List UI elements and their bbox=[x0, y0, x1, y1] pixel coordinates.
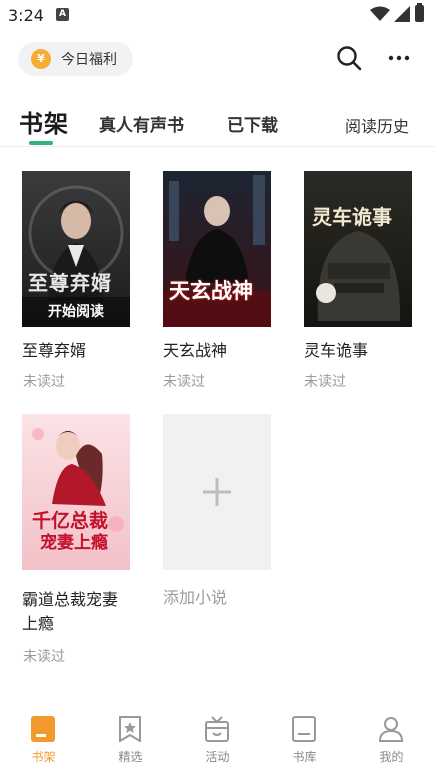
more-icon[interactable] bbox=[386, 46, 412, 70]
daily-welfare-button[interactable]: ¥ 今日福利 bbox=[18, 42, 133, 76]
tab-reading-history[interactable]: 阅读历史 bbox=[345, 113, 409, 137]
header-divider bbox=[0, 146, 435, 147]
nav-label: 书库 bbox=[292, 750, 317, 764]
book-cover[interactable]: 灵车诡事 bbox=[304, 171, 412, 327]
book-title[interactable]: 上瘾 bbox=[22, 610, 54, 638]
tab-downloaded[interactable]: 已下载 bbox=[227, 111, 278, 136]
status-bar: 3:24 A bbox=[0, 0, 435, 30]
nav-label: 活动 bbox=[205, 750, 230, 764]
add-novel-label[interactable]: 添加小说 bbox=[163, 584, 227, 608]
nav-label: 书架 bbox=[31, 750, 56, 764]
book-title[interactable]: 灵车诡事 bbox=[304, 337, 368, 365]
book-status: 未读过 bbox=[23, 649, 65, 665]
battery-icon bbox=[415, 3, 424, 22]
cover-illustration bbox=[316, 231, 401, 321]
cover-title: 天玄战神 bbox=[169, 279, 253, 303]
nav-featured[interactable]: 精选 bbox=[87, 710, 174, 775]
add-novel-button[interactable] bbox=[163, 414, 271, 570]
nav-label: 精选 bbox=[118, 750, 143, 764]
book-cover[interactable]: 千亿总裁 宠妻上瘾 bbox=[22, 414, 130, 570]
book-title[interactable]: 天玄战神 bbox=[163, 337, 227, 365]
daily-welfare-label: 今日福利 bbox=[61, 52, 117, 68]
nav-label: 我的 bbox=[379, 750, 404, 764]
book-status: 未读过 bbox=[163, 374, 205, 390]
activity-icon bbox=[205, 716, 229, 742]
book-title[interactable]: 至尊弃婿 bbox=[22, 337, 86, 365]
nav-bookshelf[interactable]: 书架 bbox=[0, 710, 87, 775]
cover-title: 宠妻上瘾 bbox=[40, 533, 108, 553]
book-cover[interactable]: 至尊弃婿 开始阅读 bbox=[22, 171, 130, 327]
cover-title: 灵车诡事 bbox=[312, 205, 392, 229]
bookshelf-icon bbox=[31, 716, 55, 742]
wifi-icon bbox=[370, 6, 390, 21]
featured-icon bbox=[119, 716, 141, 742]
library-icon bbox=[292, 716, 316, 742]
nav-activity[interactable]: 活动 bbox=[174, 710, 261, 775]
tab-audiobooks[interactable]: 真人有声书 bbox=[99, 111, 184, 136]
book-status: 未读过 bbox=[23, 374, 65, 390]
signal-icon bbox=[394, 6, 410, 22]
notification-icon: A bbox=[56, 8, 69, 21]
search-icon[interactable] bbox=[336, 45, 362, 71]
coin-icon: ¥ bbox=[31, 49, 51, 69]
start-reading-button[interactable]: 开始阅读 bbox=[22, 297, 130, 327]
cover-title: 至尊弃婿 bbox=[28, 271, 112, 295]
tab-indicator bbox=[29, 141, 53, 145]
book-cover[interactable]: 天玄战神 bbox=[163, 171, 271, 327]
bottom-nav: 书架 精选 活动 书库 我的 bbox=[0, 710, 435, 775]
nav-library[interactable]: 书库 bbox=[261, 710, 348, 775]
plus-icon bbox=[203, 478, 231, 506]
profile-icon bbox=[379, 717, 403, 742]
tab-bookshelf[interactable]: 书架 bbox=[19, 104, 69, 139]
book-status: 未读过 bbox=[304, 374, 346, 390]
nav-profile[interactable]: 我的 bbox=[348, 710, 435, 775]
status-time: 3:24 bbox=[8, 6, 44, 25]
